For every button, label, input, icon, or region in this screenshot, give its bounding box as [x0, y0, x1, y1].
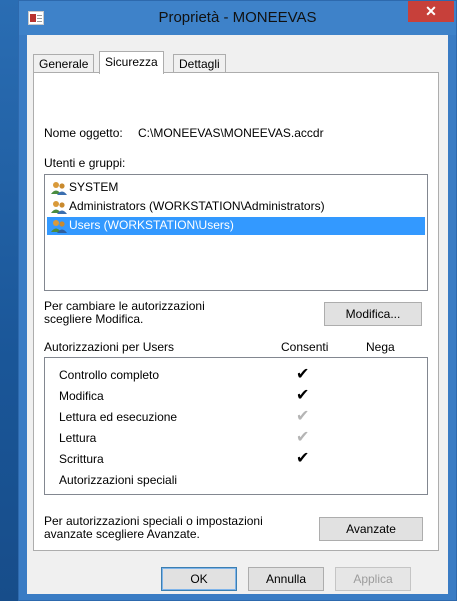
permission-name: Autorizzazioni speciali [59, 473, 178, 487]
ok-button[interactable]: OK [161, 567, 237, 591]
edit-button[interactable]: Modifica... [324, 302, 422, 326]
permissions-label: Autorizzazioni per Users [44, 340, 175, 354]
permission-name: Controllo completo [59, 368, 160, 382]
users-group-icon [51, 182, 67, 195]
list-item-system[interactable]: SYSTEM [47, 179, 425, 197]
permission-row: Controllo completo ✔ [59, 366, 429, 386]
users-group-icon [51, 201, 67, 214]
allow-check-icon: ✔ [296, 387, 310, 404]
close-button[interactable]: ✕ [408, 1, 454, 22]
tab-generale[interactable]: Generale [33, 54, 95, 73]
users-groups-list[interactable]: SYSTEM Administrators (WORKSTATION\Admin… [44, 174, 428, 291]
object-name-label: Nome oggetto: [44, 126, 123, 140]
permission-row: Lettura ed esecuzione ✔ [59, 408, 429, 428]
security-tab-panel: Nome oggetto: C:\MONEEVAS\MONEEVAS.accdr… [33, 72, 439, 551]
change-hint-line2: scegliere Modifica. [44, 312, 144, 326]
properties-dialog: Proprietà - MONEEVAS ✕ Generale Sicurezz… [18, 0, 457, 601]
permissions-list[interactable]: Controllo completo ✔ Modifica ✔ Lettura … [44, 357, 428, 495]
permission-row: Modifica ✔ [59, 387, 429, 407]
permission-name: Scrittura [59, 452, 104, 466]
dialog-client-area: Generale Sicurezza Dettagli Nome oggetto… [27, 35, 448, 594]
close-icon: ✕ [425, 3, 437, 19]
window-title: Proprietà - MONEEVAS [158, 9, 317, 26]
cancel-button[interactable]: Annulla [248, 567, 324, 591]
tab-sicurezza[interactable]: Sicurezza [99, 51, 164, 74]
advanced-button[interactable]: Avanzate [319, 517, 423, 541]
allow-column-header: Consenti [281, 340, 329, 354]
permission-name: Modifica [59, 389, 104, 403]
tab-dettagli[interactable]: Dettagli [173, 54, 226, 73]
group-name: SYSTEM [69, 180, 119, 194]
allow-check-icon: ✔ [296, 450, 310, 467]
desktop-background [0, 0, 18, 601]
allow-check-icon: ✔ [296, 408, 310, 425]
deny-column-header: Nega [366, 340, 395, 354]
allow-check-icon: ✔ [296, 366, 310, 383]
title-bar[interactable]: Proprietà - MONEEVAS ✕ [19, 1, 456, 35]
group-name: Users (WORKSTATION\Users) [69, 218, 234, 232]
permission-row: Scrittura ✔ [59, 450, 429, 470]
groups-label: Utenti e gruppi: [44, 156, 126, 170]
permission-row: Autorizzazioni speciali [59, 471, 429, 491]
change-hint-line1: Per cambiare le autorizzazioni [44, 299, 205, 313]
permission-name: Lettura [59, 431, 97, 445]
permission-row: Lettura ✔ [59, 429, 429, 449]
users-group-icon [51, 220, 67, 233]
object-name-value: C:\MONEEVAS\MONEEVAS.accdr [138, 126, 324, 140]
list-item-users[interactable]: Users (WORKSTATION\Users) [47, 217, 425, 235]
allow-check-icon: ✔ [296, 429, 310, 446]
group-name: Administrators (WORKSTATION\Administrato… [69, 199, 325, 213]
permission-name: Lettura ed esecuzione [59, 410, 178, 424]
apply-button[interactable]: Applica [335, 567, 411, 591]
advanced-hint-line2: avanzate scegliere Avanzate. [44, 527, 200, 541]
advanced-hint-line1: Per autorizzazioni speciali o impostazio… [44, 514, 263, 528]
list-item-administrators[interactable]: Administrators (WORKSTATION\Administrato… [47, 198, 425, 216]
